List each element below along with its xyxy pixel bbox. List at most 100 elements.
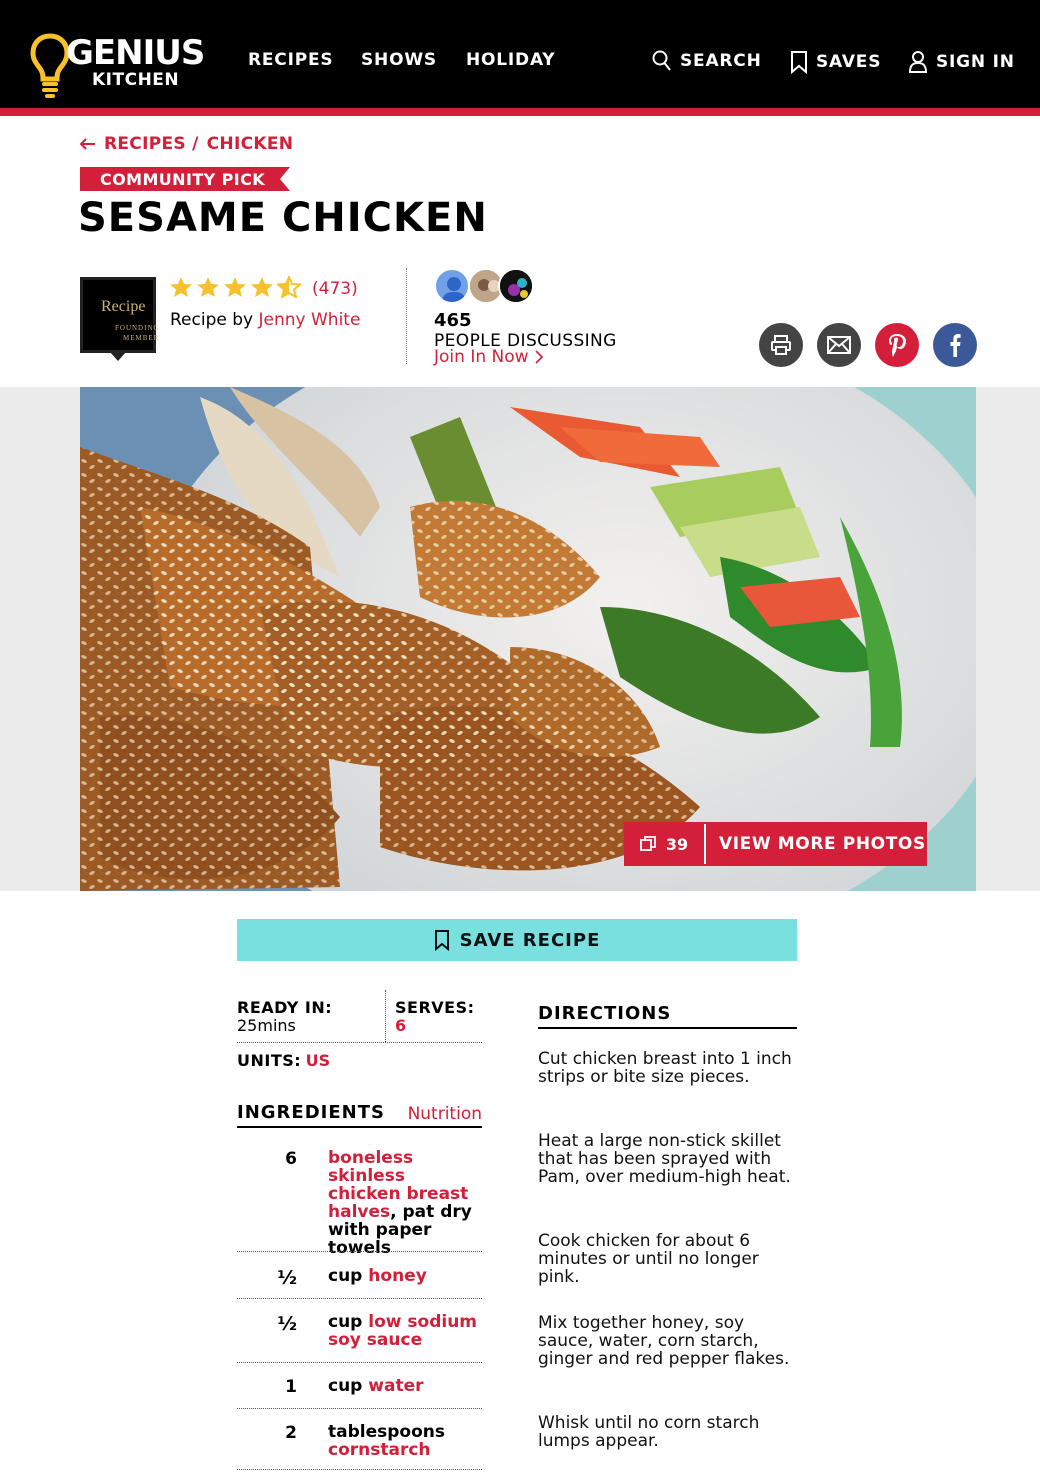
community-pick-badge: COMMUNITY PICK — [80, 167, 290, 191]
star-icon — [197, 277, 219, 297]
ready-in-value: 25mins — [237, 1016, 296, 1035]
direction-step: Whisk until no corn starch lumps appear. — [538, 1413, 760, 1451]
header-accent-bar — [0, 108, 1040, 116]
serves-value[interactable]: 6 — [395, 1016, 406, 1035]
saves-label: SAVES — [816, 51, 882, 72]
pinterest-icon — [889, 334, 906, 357]
default-user-icon — [442, 277, 466, 302]
divider — [237, 1251, 482, 1252]
direction-step: Mix together honey, soy sauce, water, co… — [538, 1313, 790, 1369]
recipe-by: Recipe by Jenny White — [170, 310, 360, 330]
author-avatar[interactable]: Recipe FOUNDING MEMBER — [80, 277, 160, 353]
print-button[interactable] — [759, 323, 803, 367]
ingredient-qty: 2 — [285, 1423, 297, 1443]
ingredient-item: 6 boneless skinless chicken breast halve… — [237, 1149, 482, 1257]
user-photo-icon — [500, 270, 532, 302]
nav-holiday[interactable]: HOLIDAY — [466, 52, 555, 69]
ingredient-pre: cup — [328, 1266, 369, 1286]
half-star-icon — [277, 276, 301, 298]
email-button[interactable] — [817, 323, 861, 367]
print-icon — [771, 335, 791, 355]
view-more-photos-button[interactable]: 39 VIEW MORE PHOTOS — [624, 822, 927, 866]
photo-count: 39 — [624, 824, 706, 864]
breadcrumb-recipes[interactable]: RECIPES / — [104, 134, 199, 154]
direction-step: Cook chicken for about 6 minutes or unti… — [538, 1231, 759, 1287]
ingredient-qty: ½ — [277, 1267, 297, 1289]
star-icon — [251, 277, 273, 297]
ingredients-header: INGREDIENTS Nutrition — [237, 1100, 482, 1128]
recipe-photo[interactable] — [80, 387, 976, 891]
divider — [237, 1408, 482, 1409]
logo-kitchen-text: KITCHEN — [92, 70, 180, 90]
units-value[interactable]: US — [306, 1051, 331, 1070]
lightbulb-icon — [30, 33, 70, 98]
directions-title: DIRECTIONS — [538, 1003, 672, 1024]
user-icon — [908, 51, 928, 73]
search-button[interactable]: SEARCH — [652, 50, 762, 72]
avatar-pointer — [110, 352, 126, 361]
ingredient-desc: cup low sodium soy sauce — [328, 1313, 482, 1349]
serves-label: SERVES: — [395, 998, 475, 1017]
ingredient-desc: cup honey — [328, 1267, 482, 1285]
recipe-by-prefix: Recipe by — [170, 310, 259, 330]
ingredient-qty: ½ — [277, 1313, 297, 1335]
join-in-now-link[interactable]: Join In Now — [434, 347, 543, 367]
avatar — [434, 268, 470, 304]
author-badge-member: MEMBER — [123, 334, 160, 342]
badge-label: COMMUNITY PICK — [100, 170, 266, 189]
photo-count-value: 39 — [665, 834, 689, 854]
author-badge-text: Recipe — [101, 298, 146, 315]
ready-in-label: READY IN: — [237, 998, 333, 1017]
discussion-avatars[interactable] — [434, 268, 534, 304]
ingredient-pre: cup — [328, 1376, 369, 1396]
author-badge-founding: FOUNDING — [115, 324, 160, 332]
divider — [237, 1469, 482, 1470]
save-recipe-label: SAVE RECIPE — [459, 929, 601, 951]
author-link[interactable]: Jenny White — [259, 310, 361, 330]
join-label: Join In Now — [434, 347, 529, 367]
recipe-title: SESAME CHICKEN — [78, 195, 488, 241]
breadcrumb: RECIPES / CHICKEN — [80, 134, 293, 154]
star-icon — [170, 277, 192, 297]
ingredient-link[interactable]: water — [368, 1376, 423, 1396]
breadcrumb-chicken[interactable]: CHICKEN — [207, 134, 294, 154]
facebook-button[interactable] — [933, 323, 977, 367]
divider — [237, 1298, 482, 1299]
ingredient-desc: boneless skinless chicken breast halves,… — [328, 1149, 482, 1257]
email-icon — [827, 336, 851, 354]
directions-header: DIRECTIONS — [538, 1001, 797, 1029]
nav-shows[interactable]: SHOWS — [361, 52, 437, 69]
ingredient-link[interactable]: cornstarch — [328, 1440, 431, 1460]
star-rating[interactable] — [169, 276, 301, 298]
star-icon — [224, 277, 246, 297]
ingredient-qty: 1 — [285, 1377, 297, 1397]
ingredient-desc: cup water — [328, 1377, 482, 1395]
view-more-photos-label: VIEW MORE PHOTOS — [719, 834, 926, 854]
genius-kitchen-logo[interactable]: GENIUS KITCHEN — [30, 30, 210, 100]
saves-button[interactable]: SAVES — [790, 50, 881, 74]
gallery-icon — [639, 836, 656, 851]
arrow-left-icon[interactable] — [80, 138, 96, 150]
nav-recipes[interactable]: RECIPES — [248, 52, 333, 69]
save-recipe-button[interactable]: SAVE RECIPE — [237, 919, 797, 961]
ingredient-item: 2 tablespoons cornstarch — [237, 1423, 482, 1463]
site-header: GENIUS KITCHEN RECIPES SHOWS HOLIDAY SEA… — [0, 0, 1040, 108]
ingredient-link[interactable]: honey — [368, 1266, 427, 1286]
units-row: UNITS: US — [237, 1051, 330, 1071]
rating-count[interactable]: (473) — [312, 279, 358, 299]
avatar — [498, 268, 534, 304]
search-label: SEARCH — [680, 50, 762, 71]
ingredient-item: 1 cup water — [237, 1377, 482, 1401]
nutrition-link[interactable]: Nutrition — [408, 1104, 482, 1124]
chevron-right-icon — [534, 350, 543, 364]
facebook-icon — [950, 334, 961, 357]
bookmark-icon — [434, 930, 449, 951]
ingredient-item: ½ cup low sodium soy sauce — [237, 1313, 482, 1353]
pinterest-button[interactable] — [875, 323, 919, 367]
ingredient-desc: tablespoons cornstarch — [328, 1423, 482, 1459]
sign-in-button[interactable]: SIGN IN — [908, 50, 1015, 74]
logo-genius-text: GENIUS — [66, 33, 205, 73]
search-icon — [652, 50, 671, 71]
ingredient-qty: 6 — [285, 1149, 297, 1169]
divider — [237, 1362, 482, 1363]
